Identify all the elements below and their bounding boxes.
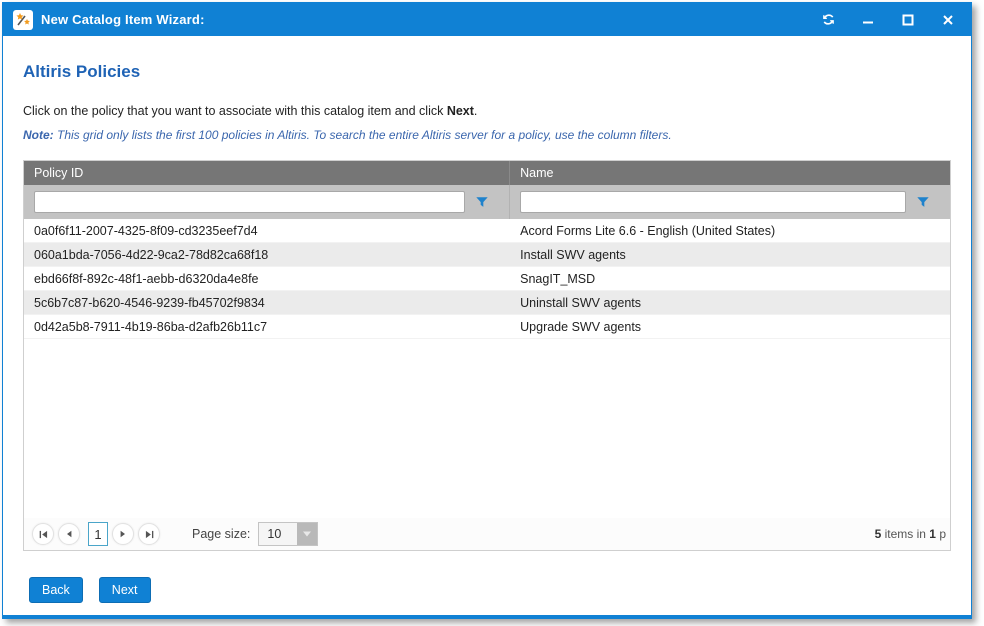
- page-size-group: Page size: 10: [192, 522, 318, 546]
- table-row[interactable]: 0d42a5b8-7911-4b19-86ba-d2afb26b11c7 Upg…: [24, 315, 950, 339]
- name-filter-cell: [510, 185, 950, 219]
- grid-body: 0a0f6f11-2007-4325-8f09-cd3235eef7d4 Aco…: [24, 219, 950, 339]
- refresh-icon[interactable]: [815, 9, 841, 31]
- wizard-dialog: New Catalog Item Wizard: Altiris Pol: [2, 2, 972, 619]
- policy-id-filter-input[interactable]: [34, 191, 465, 213]
- policy-id-cell: ebd66f8f-892c-48f1-aebb-d6320da4e8fe: [24, 267, 510, 291]
- page-size-chevron-down-icon[interactable]: [297, 523, 317, 545]
- instruction-text: Click on the policy that you want to ass…: [23, 104, 951, 118]
- page-size-label: Page size:: [192, 527, 250, 541]
- page-title: Altiris Policies: [23, 62, 951, 82]
- table-row[interactable]: 0a0f6f11-2007-4325-8f09-cd3235eef7d4 Aco…: [24, 219, 950, 243]
- grid-empty-area: [24, 339, 950, 518]
- note-label: Note:: [23, 128, 54, 142]
- note-text: Note: This grid only lists the first 100…: [23, 128, 951, 142]
- name-cell: Upgrade SWV agents: [510, 315, 950, 339]
- policy-id-cell: 5c6b7c87-b620-4546-9239-fb45702f9834: [24, 291, 510, 315]
- instruction-suffix: .: [474, 104, 477, 118]
- table-row[interactable]: ebd66f8f-892c-48f1-aebb-d6320da4e8fe Sna…: [24, 267, 950, 291]
- policy-id-filter-funnel-icon[interactable]: [465, 191, 499, 213]
- policies-grid: Policy ID Name 0a0f6f11-2007-4325-8f09-c…: [23, 160, 951, 551]
- last-page-button[interactable]: [138, 523, 160, 545]
- next-page-button[interactable]: [112, 523, 134, 545]
- table-row[interactable]: 060a1bda-7056-4d22-9ca2-78d82ca68f18 Ins…: [24, 243, 950, 267]
- instruction-prefix: Click on the policy that you want to ass…: [23, 104, 447, 118]
- page-size-value: 10: [259, 523, 297, 545]
- name-cell: Acord Forms Lite 6.6 - English (United S…: [510, 219, 950, 243]
- note-body: This grid only lists the first 100 polic…: [54, 128, 672, 142]
- grid-pager: 1 Page size: 10 5 items in 1 p: [24, 518, 950, 550]
- pager-info-text: 5 items in 1 p: [875, 527, 946, 541]
- previous-page-button[interactable]: [58, 523, 80, 545]
- first-page-button[interactable]: [32, 523, 54, 545]
- name-cell: Install SWV agents: [510, 243, 950, 267]
- back-button[interactable]: Back: [29, 577, 83, 603]
- column-header-policy-id[interactable]: Policy ID: [24, 161, 510, 185]
- name-filter-input[interactable]: [520, 191, 906, 213]
- name-cell: SnagIT_MSD: [510, 267, 950, 291]
- grid-header-row: Policy ID Name: [24, 161, 950, 185]
- name-filter-funnel-icon[interactable]: [906, 191, 940, 213]
- table-row[interactable]: 5c6b7c87-b620-4546-9239-fb45702f9834 Uni…: [24, 291, 950, 315]
- pager-info-suffix: p: [936, 527, 946, 541]
- policy-id-cell: 0d42a5b8-7911-4b19-86ba-d2afb26b11c7: [24, 315, 510, 339]
- grid-filter-row: [24, 185, 950, 219]
- policy-id-cell: 060a1bda-7056-4d22-9ca2-78d82ca68f18: [24, 243, 510, 267]
- maximize-icon[interactable]: [895, 9, 921, 31]
- pager-info-middle: items in: [881, 527, 929, 541]
- name-cell: Uninstall SWV agents: [510, 291, 950, 315]
- wizard-footer: Back Next: [29, 577, 951, 603]
- wizard-app-icon: [13, 10, 33, 30]
- policy-id-cell: 0a0f6f11-2007-4325-8f09-cd3235eef7d4: [24, 219, 510, 243]
- minimize-icon[interactable]: [855, 9, 881, 31]
- titlebar: New Catalog Item Wizard:: [3, 3, 971, 36]
- next-button[interactable]: Next: [99, 577, 151, 603]
- pager-page-count: 1: [929, 527, 936, 541]
- instruction-next-word: Next: [447, 104, 474, 118]
- titlebar-controls: [815, 9, 961, 31]
- current-page-indicator[interactable]: 1: [88, 522, 108, 546]
- column-header-name[interactable]: Name: [510, 161, 950, 185]
- window-title: New Catalog Item Wizard:: [41, 12, 205, 27]
- page-size-dropdown[interactable]: 10: [258, 522, 318, 546]
- close-icon[interactable]: [935, 9, 961, 31]
- policy-id-filter-cell: [24, 185, 510, 219]
